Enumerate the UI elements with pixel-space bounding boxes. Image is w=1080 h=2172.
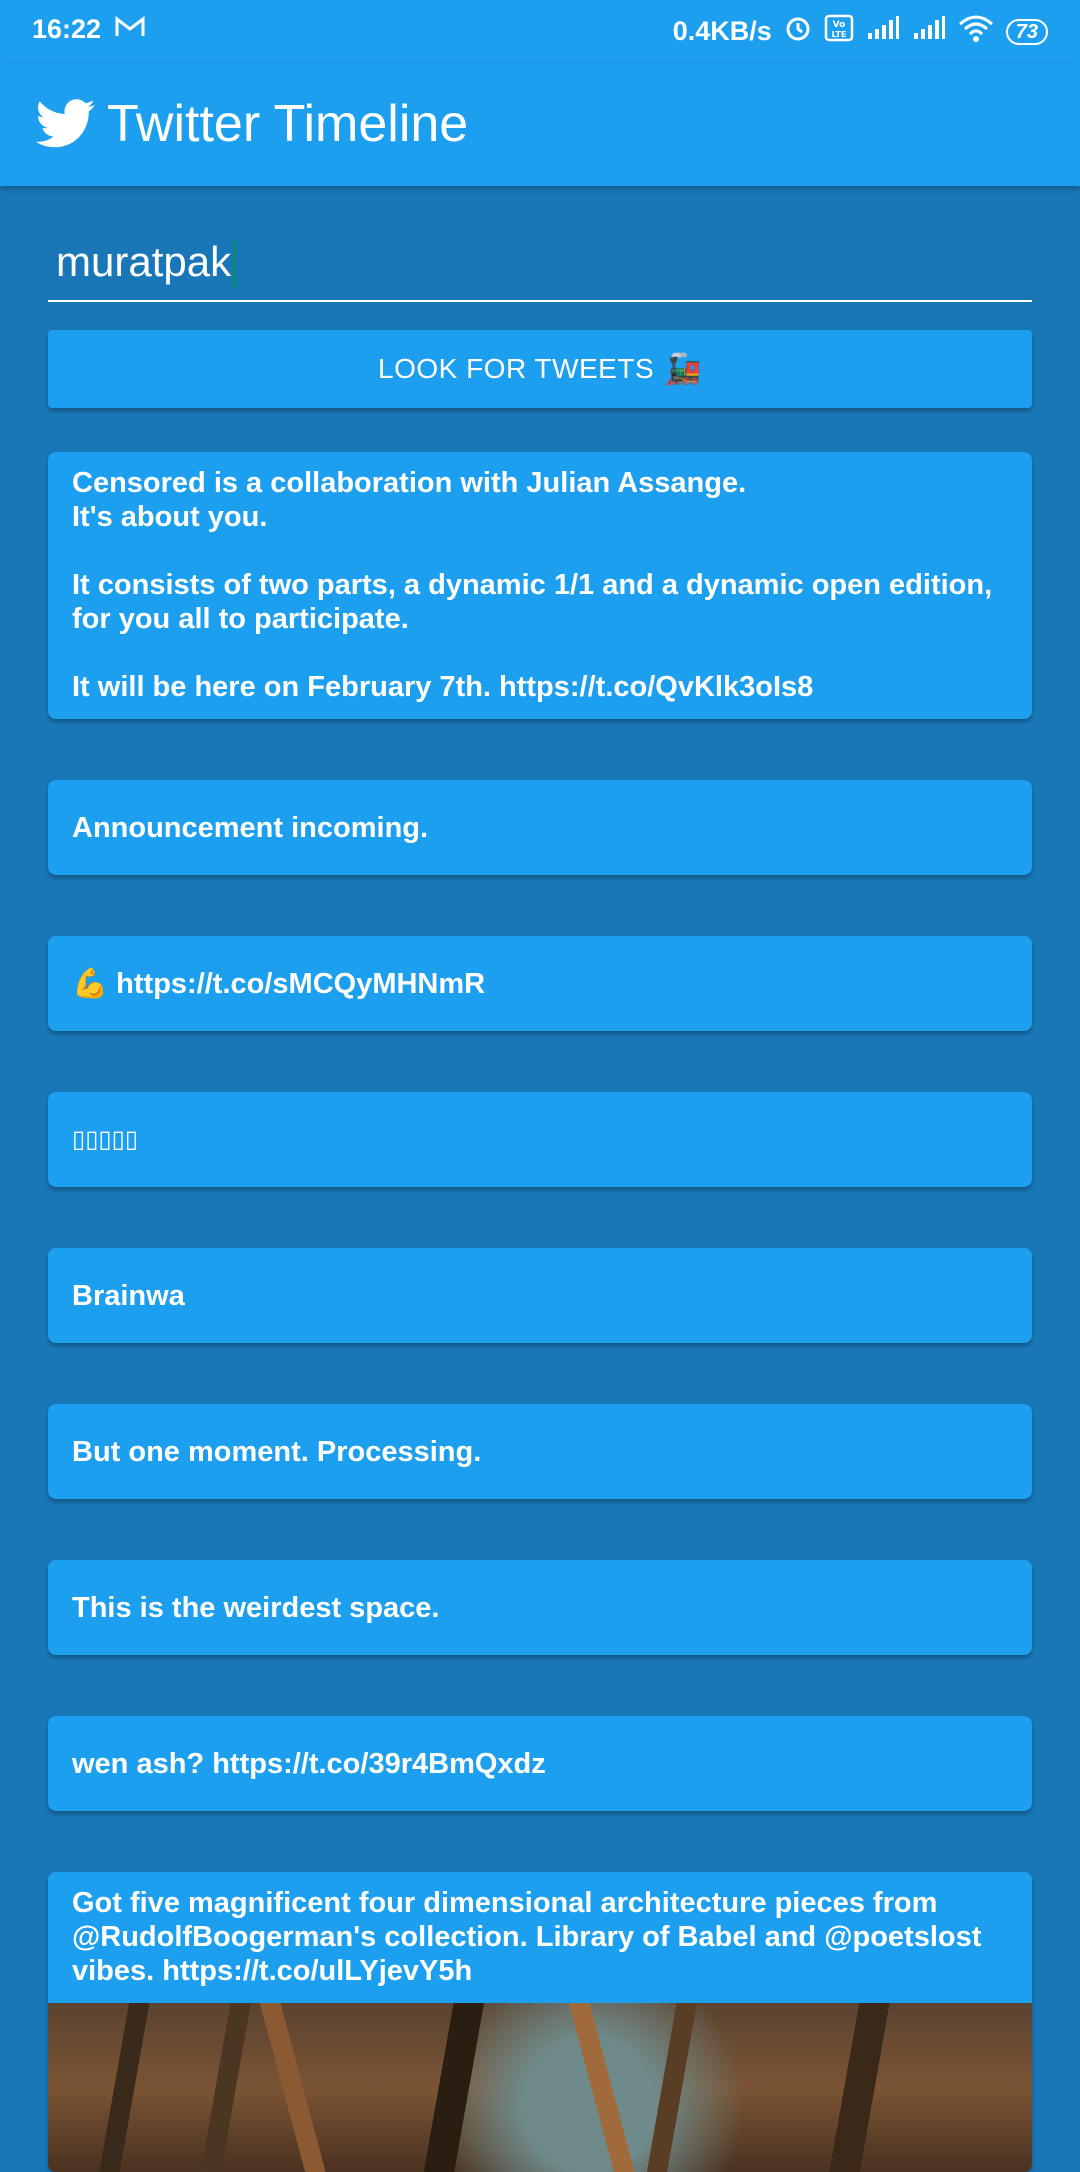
tweet-card[interactable]: 💪 https://t.co/sMCQyMHNmR [48,936,1032,1031]
username-input[interactable]: muratpak [48,222,1032,302]
tweet-card[interactable]: But one moment. Processing. [48,1404,1032,1499]
app-title: Twitter Timeline [107,95,469,153]
volte-icon: Vo LTE [824,14,854,49]
tweet-card[interactable]: Brainwa [48,1248,1032,1343]
tweet-card[interactable]: Announcement incoming. [48,780,1032,875]
signal-icon-2 [912,15,946,48]
username-input-value: muratpak [56,238,232,285]
svg-text:Vo: Vo [832,20,845,30]
tweet-text: But one moment. Processing. [72,1435,482,1468]
tweet-card[interactable]: Censored is a collaboration with Julian … [48,452,1032,719]
tweet-text: Announcement incoming. [72,811,429,844]
network-speed: 0.4KB/s [672,16,772,46]
tweet-text: Brainwa [72,1279,185,1312]
status-bar: 16:22 0.4KB/s Vo LTE 73 [0,0,1080,64]
tweet-text: ▯▯▯▯▯ [72,1125,139,1153]
tweet-text: 💪 https://t.co/sMCQyMHNmR [72,967,486,1000]
tweet-media-image[interactable] [48,2003,1032,2172]
signal-icon-1 [866,15,900,48]
gmail-icon [115,14,145,45]
look-for-tweets-button[interactable]: LOOK FOR TWEETS 🚂 [48,330,1032,408]
alarm-icon [784,14,812,49]
tweet-text: Got five magnificent four dimensional ar… [72,1887,982,1987]
look-for-tweets-label: LOOK FOR TWEETS [378,353,655,384]
app-bar: Twitter Timeline [0,64,1080,186]
tweet-card[interactable]: wen ash? https://t.co/39r4BmQxdz [48,1716,1032,1811]
clock: 16:22 [32,14,102,44]
tweet-card[interactable]: ▯▯▯▯▯ [48,1092,1032,1187]
tweet-card[interactable]: Got five magnificent four dimensional ar… [48,1872,1032,2172]
tweet-text: Censored is a collaboration with Julian … [72,467,993,703]
wifi-icon [958,14,994,49]
twitter-bird-icon [36,98,96,150]
svg-text:LTE: LTE [831,30,846,39]
text-cursor [233,240,237,289]
tweet-text: This is the weirdest space. [72,1591,440,1624]
battery-indicator: 73 [1005,18,1048,45]
tweet-card[interactable]: This is the weirdest space. [48,1560,1032,1655]
tweet-text: wen ash? https://t.co/39r4BmQxdz [72,1747,546,1780]
train-icon: 🚂 [664,352,702,386]
